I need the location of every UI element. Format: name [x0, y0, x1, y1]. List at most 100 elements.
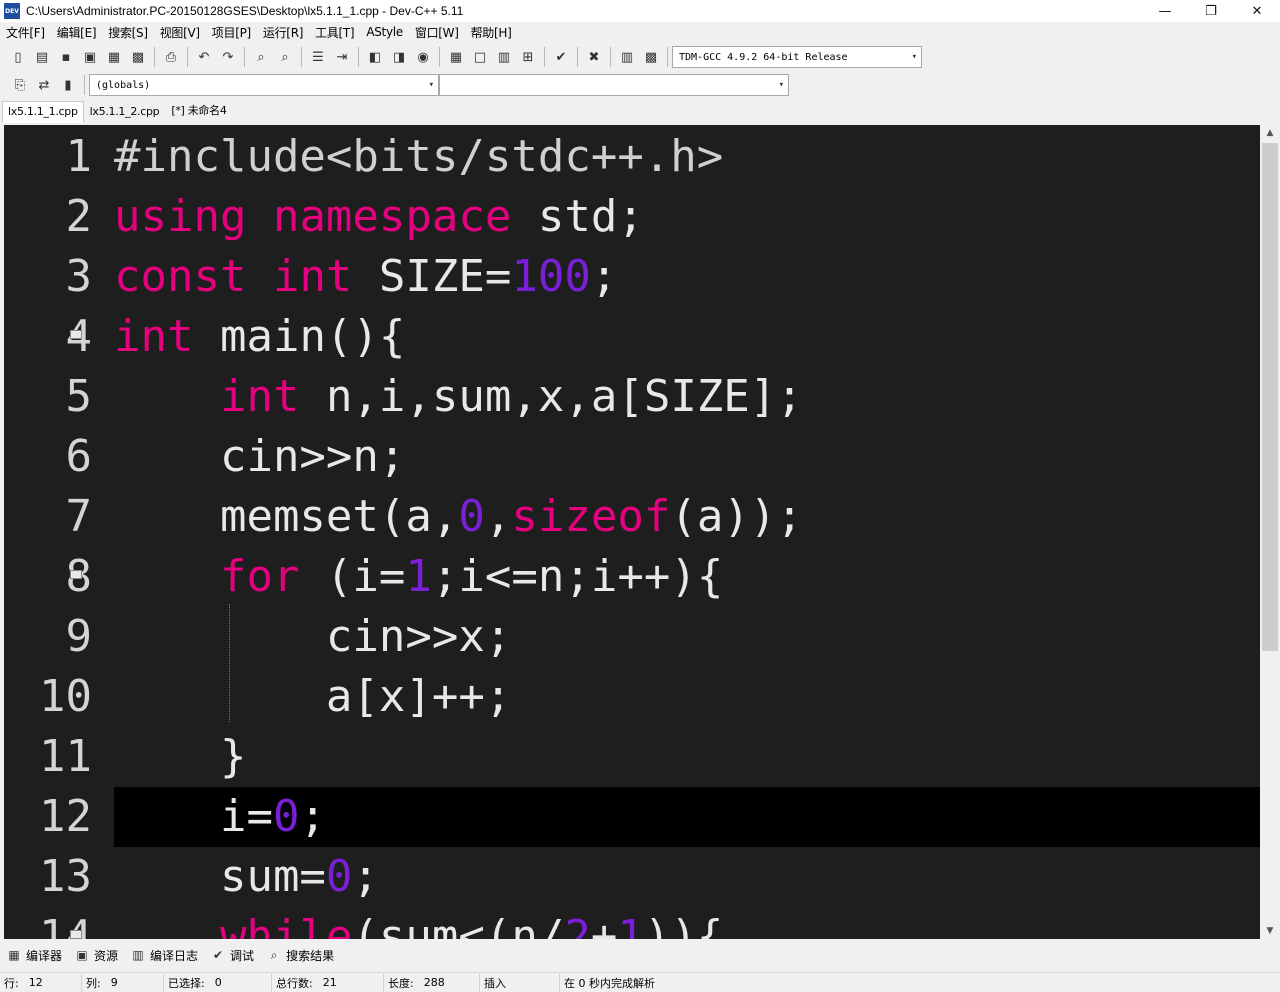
tab-lx5-1-1-1[interactable]: lx5.1.1_1.cpp: [2, 101, 84, 123]
tab-untitled4[interactable]: [*] 未命名4: [165, 98, 232, 123]
status-selected: 已选择: 0: [164, 973, 272, 992]
compiler-select[interactable]: TDM-GCC 4.9.2 64-bit Release ▾: [672, 46, 922, 68]
menu-search[interactable]: 搜索[S]: [102, 24, 153, 41]
forward-icon[interactable]: ◨: [389, 47, 409, 67]
code-line: int main(){: [114, 311, 406, 362]
toolbar-divider: [610, 47, 611, 67]
menu-project[interactable]: 项目[P]: [206, 24, 257, 41]
status-total-lines-label: 总行数:: [276, 976, 313, 990]
class-toolbar: ⎘ ⇄ ▮ (globals) ▾ ▾: [0, 72, 1280, 98]
close-button[interactable]: ✕: [1234, 0, 1280, 22]
title-bar: DEV C:\Users\Administrator.PC-20150128GS…: [0, 0, 1280, 22]
menu-astyle[interactable]: AStyle: [360, 25, 409, 39]
tab-debug-label: 调试: [230, 948, 255, 963]
status-row-label: 行:: [4, 976, 19, 990]
menu-run[interactable]: 运行[R]: [257, 24, 309, 41]
menu-file[interactable]: 文件[F]: [0, 24, 51, 41]
open-file-icon[interactable]: ▤: [32, 47, 52, 67]
print-icon[interactable]: ⎙: [161, 47, 181, 67]
status-parse-message-text: 在 0 秒内完成解析: [564, 976, 655, 990]
toolbar-divider: [84, 75, 85, 95]
rebuild-icon[interactable]: ⊞: [518, 47, 538, 67]
scroll-down-icon[interactable]: ▼: [1260, 923, 1280, 939]
find-icon[interactable]: ⌕: [251, 47, 271, 67]
status-col: 列: 9: [82, 973, 164, 992]
status-bar: 行: 12 列: 9 已选择: 0 总行数: 21 长度: 288 插入 在 0…: [0, 972, 1280, 992]
status-selected-value: 0: [214, 976, 222, 989]
fold-toggle-icon[interactable]: [70, 330, 82, 339]
toolbar-divider: [544, 47, 545, 67]
menu-view[interactable]: 视图[V]: [154, 24, 206, 41]
check-syntax-icon[interactable]: ✔: [551, 47, 571, 67]
chevron-down-icon: ▾: [428, 80, 434, 90]
undo-icon[interactable]: ↶: [194, 47, 214, 67]
toolbar-divider: [439, 47, 440, 67]
goto-bookmark-icon[interactable]: ▮: [58, 75, 78, 95]
new-file-icon[interactable]: ▯: [8, 47, 28, 67]
scrollbar-thumb[interactable]: [1262, 143, 1278, 651]
line-number: 6: [65, 431, 93, 482]
menu-help[interactable]: 帮助[H]: [465, 24, 518, 41]
app-icon: DEV: [4, 3, 20, 19]
toggle-bookmark-icon[interactable]: ⇄: [34, 75, 54, 95]
tab-resources[interactable]: ▣ 资源: [74, 947, 118, 964]
status-parse-message: 在 0 秒内完成解析: [560, 974, 760, 992]
scope-select-value: (globals): [96, 79, 151, 91]
minimize-button[interactable]: —: [1142, 0, 1188, 22]
code-line: const int SIZE=100;: [114, 251, 618, 302]
line-number: 3: [65, 251, 93, 302]
stop-icon[interactable]: ✖: [584, 47, 604, 67]
code-editor[interactable]: 1 2 3 4 5 6 7 8 9 10 11 12 13 14 #includ…: [4, 125, 1260, 939]
indent-icon[interactable]: ☰: [308, 47, 328, 67]
close-file-icon[interactable]: ▦: [104, 47, 124, 67]
search-icon: ⌕: [270, 947, 278, 962]
scroll-up-icon[interactable]: ▲: [1260, 125, 1280, 141]
current-code-line: i=0;: [114, 787, 1260, 847]
status-row: 行: 12: [0, 973, 82, 992]
line-number-gutter: 1 2 3 4 5 6 7 8 9 10 11 12 13 14: [4, 125, 96, 939]
insert-icon[interactable]: ⎘: [10, 75, 30, 95]
tab-debug[interactable]: ✔ 调试: [210, 947, 254, 964]
close-all-icon[interactable]: ▩: [128, 47, 148, 67]
line-number: 12: [39, 791, 92, 842]
compile-run-icon[interactable]: ▥: [494, 47, 514, 67]
grid-icon: ▦: [8, 948, 20, 962]
run-icon[interactable]: □: [470, 47, 490, 67]
redo-icon[interactable]: ↷: [218, 47, 238, 67]
replace-icon[interactable]: ⌕: [275, 47, 295, 67]
compile-icon[interactable]: ▦: [446, 47, 466, 67]
scope-select[interactable]: (globals) ▾: [89, 74, 439, 96]
status-insert-mode: 插入: [480, 973, 560, 992]
bookmark-icon[interactable]: ◉: [413, 47, 433, 67]
menu-tools[interactable]: 工具[T]: [309, 24, 360, 41]
fold-toggle-icon[interactable]: [70, 930, 82, 939]
fold-toggle-icon[interactable]: [70, 570, 82, 579]
code-line: while(sum<(n/2+1)){: [219, 911, 724, 939]
code-line: using namespace std;: [114, 191, 644, 242]
tab-compile-log[interactable]: ▥ 编译日志: [130, 947, 198, 964]
save-all-icon[interactable]: ▣: [80, 47, 100, 67]
toolbar-divider: [154, 47, 155, 67]
goto-line-icon[interactable]: ⇥: [332, 47, 352, 67]
profile-icon[interactable]: ▥: [617, 47, 637, 67]
code-line: sum=0;: [114, 851, 379, 902]
vertical-scrollbar[interactable]: ▲ ▼: [1260, 125, 1280, 939]
function-select[interactable]: ▾: [439, 74, 789, 96]
save-icon[interactable]: ▪: [56, 47, 76, 67]
line-number: 1: [65, 131, 93, 182]
tab-search-results-label: 搜索结果: [286, 948, 335, 963]
line-number: 5: [65, 371, 93, 422]
menu-window[interactable]: 窗口[W]: [409, 24, 465, 41]
code-area[interactable]: #include<bits/stdc++.h> using namespace …: [114, 125, 1260, 939]
tab-compiler[interactable]: ▦ 编译器: [6, 947, 62, 964]
code-line: #include<bits/stdc++.h>: [114, 131, 724, 182]
tab-search-results[interactable]: ⌕ 搜索结果: [266, 947, 334, 964]
tab-lx5-1-1-2[interactable]: lx5.1.1_2.cpp: [84, 101, 166, 123]
delete-profile-icon[interactable]: ▩: [641, 47, 661, 67]
maximize-button[interactable]: ❐: [1188, 0, 1234, 22]
back-icon[interactable]: ◧: [365, 47, 385, 67]
toolbar-divider: [358, 47, 359, 67]
devcpp-window: DEV C:\Users\Administrator.PC-20150128GS…: [0, 0, 1280, 992]
code-line: cin>>x;: [114, 611, 512, 662]
menu-edit[interactable]: 编辑[E]: [51, 24, 102, 41]
